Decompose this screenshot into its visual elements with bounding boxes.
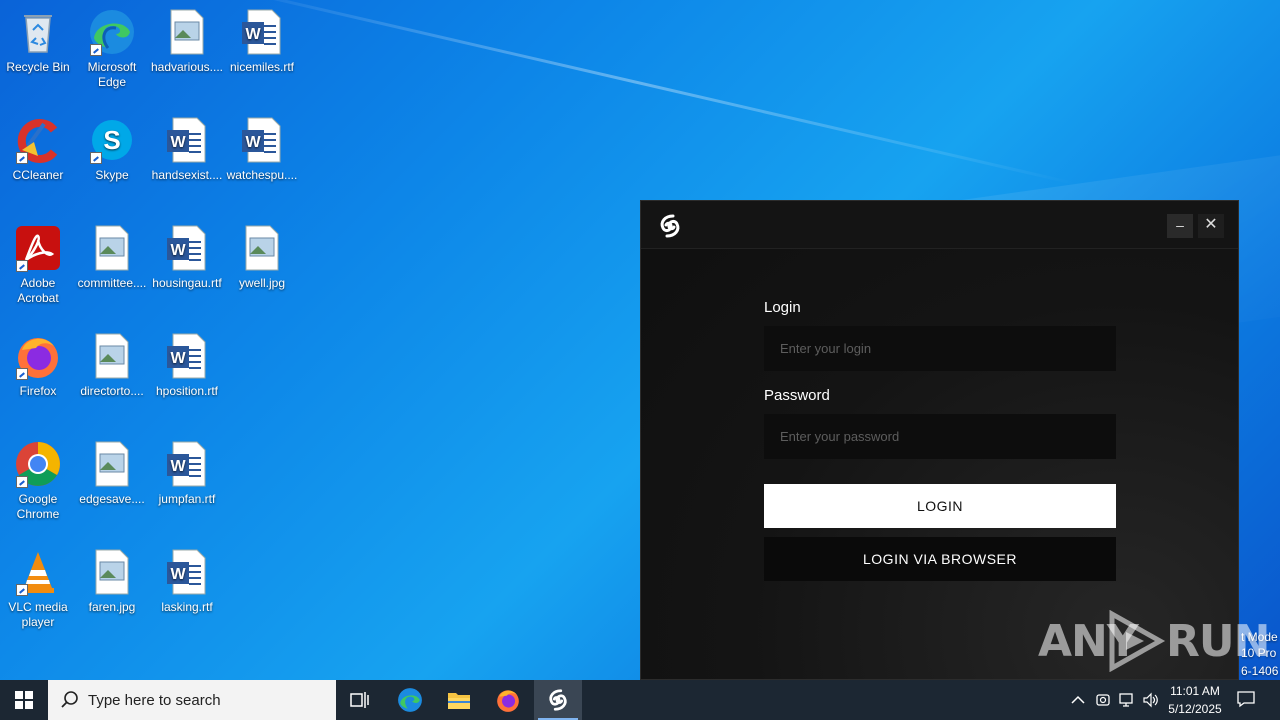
image-file-icon <box>88 548 136 596</box>
svg-text:W: W <box>245 134 261 151</box>
desktop-icon-recycle-bin[interactable]: Recycle Bin <box>0 8 76 75</box>
svg-text:S: S <box>103 125 120 155</box>
image-file-icon <box>238 224 286 272</box>
network-icon[interactable] <box>1117 690 1137 710</box>
folder-icon <box>448 693 470 709</box>
taskbar-firefox-button[interactable] <box>484 680 532 720</box>
desktop-icon-file[interactable]: directorto.... <box>74 332 150 399</box>
word-document-icon: W <box>163 548 211 596</box>
desktop-icon-ccleaner[interactable]: CCleaner <box>0 116 76 183</box>
svg-text:W: W <box>170 350 186 367</box>
desktop-icon-firefox[interactable]: Firefox <box>0 332 76 399</box>
desktop-icon-google-chrome[interactable]: Google Chrome <box>0 440 76 522</box>
desktop-icon-adobe-acrobat[interactable]: Adobe Acrobat <box>0 224 76 306</box>
svg-text:W: W <box>170 566 186 583</box>
svg-text:W: W <box>170 134 186 151</box>
taskbar-search-box[interactable]: Type here to search <box>48 680 336 720</box>
word-document-icon: W <box>238 8 286 56</box>
word-document-icon: W <box>163 224 211 272</box>
close-button[interactable]: ✕ <box>1198 214 1224 238</box>
desktop-icon-vlc[interactable]: VLC media player <box>0 548 76 630</box>
desktop-icon-file[interactable]: W watchespu.... <box>224 116 300 183</box>
login-app-window: – ✕ Login Password LOGIN LOGIN VIA BROWS… <box>640 200 1239 680</box>
login-input[interactable] <box>764 326 1116 371</box>
desktop-icon-file[interactable]: committee.... <box>74 224 150 291</box>
volume-icon[interactable] <box>1141 690 1161 710</box>
chrome-icon <box>14 440 62 488</box>
word-document-icon: W <box>163 116 211 164</box>
taskbar: Type here to search 11:01 AM 5/12/2025 <box>0 680 1280 720</box>
word-document-icon: W <box>238 116 286 164</box>
edge-icon <box>88 8 136 56</box>
app-logo-icon <box>549 689 567 711</box>
skype-icon: S <box>88 116 136 164</box>
svg-text:W: W <box>170 242 186 259</box>
login-button[interactable]: LOGIN <box>764 484 1116 528</box>
image-file-icon <box>163 8 211 56</box>
minimize-button[interactable]: – <box>1167 214 1193 238</box>
app-logo-icon <box>657 213 683 239</box>
search-icon <box>61 691 78 708</box>
word-document-icon: W <box>163 332 211 380</box>
app-titlebar[interactable]: – ✕ <box>641 201 1238 249</box>
desktop-icon-file[interactable]: faren.jpg <box>74 548 150 615</box>
search-placeholder: Type here to search <box>88 691 221 709</box>
edge-icon <box>398 688 422 712</box>
desktop-icon-file[interactable]: W hposition.rtf <box>149 332 225 399</box>
play-triangle-icon <box>1109 610 1166 672</box>
desktop-icon-file[interactable]: W housingau.rtf <box>149 224 225 291</box>
desktop-icon-file[interactable]: edgesave.... <box>74 440 150 507</box>
task-view-button[interactable] <box>336 680 384 720</box>
desktop-icon-file[interactable]: W lasking.rtf <box>149 548 225 615</box>
desktop-icon-skype[interactable]: S Skype <box>74 116 150 183</box>
svg-text:W: W <box>170 458 186 475</box>
desktop-icon-file[interactable]: hadvarious.... <box>149 8 225 75</box>
password-input[interactable] <box>764 414 1116 459</box>
anyrun-watermark: ANY RUN <box>1038 610 1270 672</box>
clock-time: 11:01 AM <box>1170 684 1220 698</box>
desktop-icon-microsoft-edge[interactable]: Microsoft Edge <box>74 8 150 90</box>
desktop-icon-file[interactable]: W handsexist.... <box>149 116 225 183</box>
image-file-icon <box>88 332 136 380</box>
acrobat-icon <box>14 224 62 272</box>
windows-logo-icon <box>15 691 33 709</box>
show-hidden-icons-chevron-up-icon[interactable] <box>1068 690 1088 710</box>
start-button[interactable] <box>0 680 48 720</box>
recycle-bin-icon <box>14 8 62 56</box>
word-document-icon: W <box>163 440 211 488</box>
login-via-browser-button[interactable]: LOGIN VIA BROWSER <box>764 537 1116 581</box>
login-label: Login <box>764 299 801 316</box>
image-file-icon <box>88 440 136 488</box>
ccleaner-icon <box>14 116 62 164</box>
wallpaper-light-beam <box>199 0 1077 186</box>
firefox-icon <box>497 690 519 712</box>
taskbar-clock[interactable]: 11:01 AM 5/12/2025 <box>1162 682 1228 718</box>
clock-date: 5/12/2025 <box>1168 702 1222 716</box>
vlc-icon <box>14 548 62 596</box>
taskbar-file-explorer-button[interactable] <box>435 680 483 720</box>
taskbar-edge-button[interactable] <box>386 680 434 720</box>
task-view-icon <box>350 692 369 708</box>
meet-now-icon[interactable] <box>1093 690 1113 710</box>
desktop-icon-file[interactable]: W nicemiles.rtf <box>224 8 300 75</box>
notification-center-icon[interactable] <box>1236 690 1258 710</box>
taskbar-login-app-button[interactable] <box>534 680 582 720</box>
image-file-icon <box>88 224 136 272</box>
svg-text:W: W <box>245 26 261 43</box>
desktop-icon-file[interactable]: ywell.jpg <box>224 224 300 291</box>
desktop-icon-file[interactable]: W jumpfan.rtf <box>149 440 225 507</box>
password-label: Password <box>764 387 830 404</box>
firefox-icon <box>14 332 62 380</box>
